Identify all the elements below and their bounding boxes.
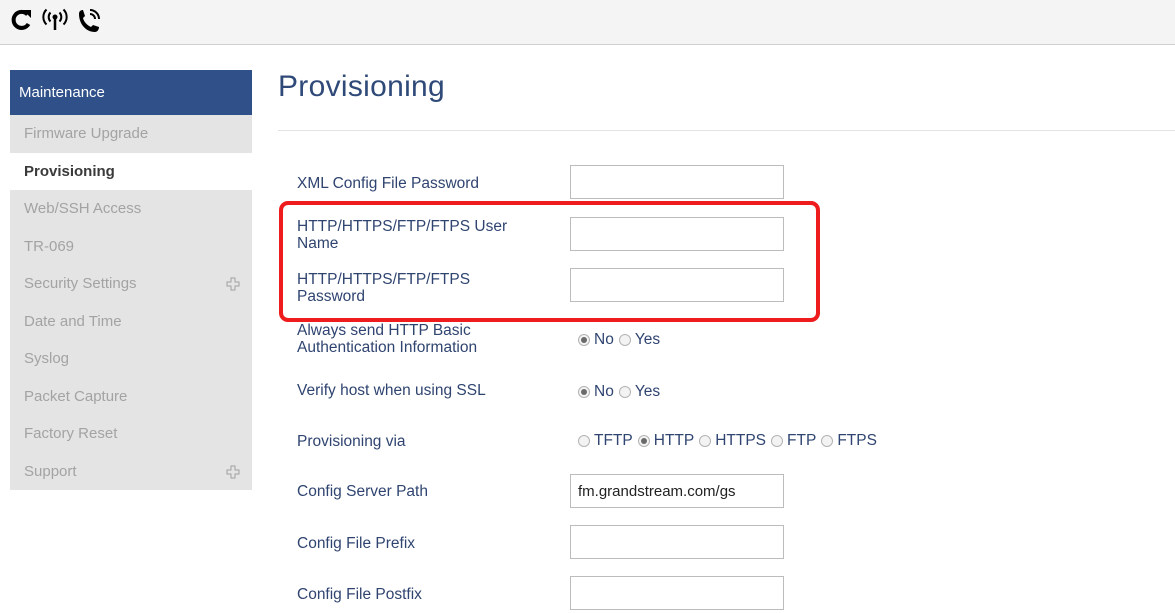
basic-auth-label-line2: Authentication Information (297, 339, 478, 356)
verify-ssl-radio-yes[interactable]: Yes (618, 383, 665, 401)
sidebar-item-firmware-upgrade[interactable]: Firmware Upgrade (10, 115, 252, 153)
radio-unselected-icon[interactable] (771, 435, 784, 447)
expand-plus-icon[interactable] (226, 277, 240, 291)
verify-ssl-radio-group: No Yes (578, 383, 665, 401)
provisioning-via-radio-ftp[interactable]: FTP (771, 432, 821, 450)
config-file-prefix-label: Config File Prefix (297, 535, 416, 552)
sidebar-item-label: Security Settings (24, 275, 137, 292)
basic-auth-radio-no[interactable]: No (578, 331, 619, 349)
config-file-postfix-label: Config File Postfix (297, 586, 422, 603)
provisioning-via-radio-group: TFTP HTTP HTTPS FTP FTPS (578, 432, 882, 450)
wireless-signal-icon[interactable] (40, 8, 70, 32)
basic-auth-label-line1: Always send HTTP Basic (297, 322, 471, 339)
provisioning-via-radio-http[interactable]: HTTP (637, 432, 699, 450)
sidebar-nav: Maintenance Firmware Upgrade Provisionin… (10, 70, 252, 490)
red-highlight-box (279, 201, 820, 322)
radio-unselected-icon[interactable] (821, 435, 834, 447)
config-server-path-label: Config Server Path (297, 483, 428, 500)
provisioning-via-radio-ftps[interactable]: FTPS (821, 432, 882, 450)
provisioning-via-label: Provisioning via (297, 433, 406, 450)
sidebar-item-tr-069[interactable]: TR-069 (10, 227, 252, 265)
radio-selected-icon[interactable] (578, 334, 590, 346)
config-server-path-field[interactable] (570, 474, 784, 508)
sidebar-item-label: Support (24, 462, 77, 480)
radio-selected-icon[interactable] (578, 386, 590, 398)
config-file-postfix-field[interactable] (570, 576, 784, 610)
basic-auth-radio-yes[interactable]: Yes (618, 331, 665, 349)
verify-ssl-radio-no[interactable]: No (578, 383, 619, 401)
page-title: Provisioning (278, 70, 446, 103)
sidebar-item-date-and-time[interactable]: Date and Time (10, 302, 252, 340)
provisioning-via-radio-tftp[interactable]: TFTP (578, 432, 638, 450)
basic-auth-label: Always send HTTP Basic Authentication In… (297, 322, 477, 356)
sidebar-item-web-ssh-access[interactable]: Web/SSH Access (10, 190, 252, 228)
refresh-icon[interactable] (10, 8, 32, 32)
basic-auth-radio-group: No Yes (578, 331, 665, 349)
radio-unselected-icon[interactable] (578, 435, 590, 447)
xml-config-password-field[interactable] (570, 165, 784, 199)
sidebar-item-provisioning[interactable]: Provisioning (10, 152, 252, 190)
sidebar-item-support[interactable]: Support (10, 452, 252, 490)
phone-ringing-icon[interactable] (76, 8, 102, 34)
radio-selected-icon[interactable] (637, 435, 650, 447)
sidebar-item-factory-reset[interactable]: Factory Reset (10, 415, 252, 453)
verify-ssl-label: Verify host when using SSL (297, 382, 486, 399)
sidebar-header-maintenance[interactable]: Maintenance (10, 70, 252, 115)
radio-unselected-icon[interactable] (618, 334, 631, 346)
sidebar-item-syslog[interactable]: Syslog (10, 340, 252, 378)
sidebar-item-security-settings[interactable]: Security Settings (10, 265, 252, 303)
config-file-prefix-field[interactable] (570, 525, 784, 559)
top-toolbar (0, 0, 1175, 45)
sidebar-item-packet-capture[interactable]: Packet Capture (10, 377, 252, 415)
title-divider (278, 130, 1175, 131)
radio-unselected-icon[interactable] (699, 435, 712, 447)
radio-unselected-icon[interactable] (618, 386, 631, 398)
expand-plus-icon[interactable] (226, 465, 240, 479)
provisioning-via-radio-https[interactable]: HTTPS (699, 432, 771, 450)
xml-config-password-label: XML Config File Password (297, 175, 480, 192)
